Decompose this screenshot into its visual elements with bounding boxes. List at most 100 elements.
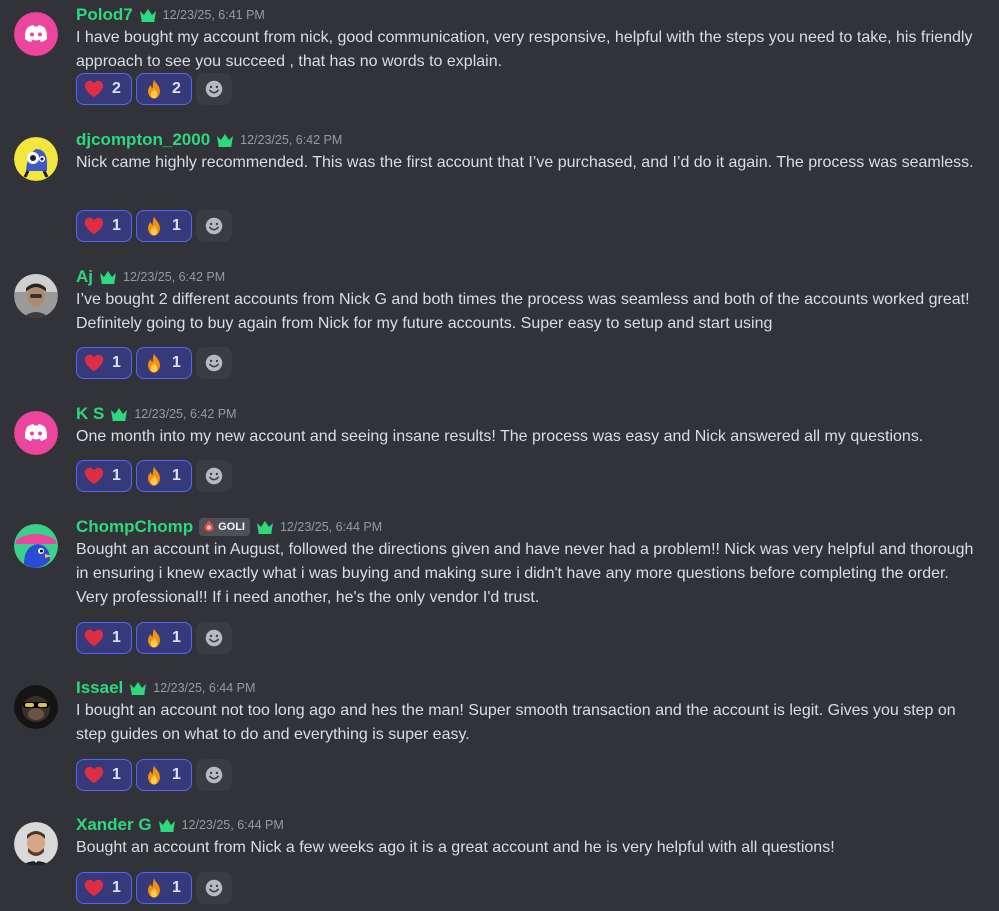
message-content: I have bought my account from nick, good…: [76, 29, 973, 70]
avatar[interactable]: [14, 685, 58, 729]
monkey-avatar-icon: [14, 685, 58, 729]
timestamp[interactable]: 12/23/25, 6:42 PM: [240, 133, 342, 147]
crown-icon: [110, 407, 128, 421]
add-reaction-button[interactable]: [196, 347, 232, 379]
avatar[interactable]: [14, 524, 58, 568]
reactions-bar: 1 1: [76, 460, 232, 492]
crown-icon: [256, 520, 274, 534]
fire-icon: [143, 352, 165, 374]
crown-icon: [129, 681, 147, 695]
reaction-count: 2: [112, 80, 121, 97]
heart-icon: [83, 764, 105, 786]
username[interactable]: Issael: [76, 678, 123, 698]
message-content: Bought an account from Nick a few weeks …: [76, 839, 835, 856]
reaction-fire[interactable]: 1: [136, 460, 192, 492]
timestamp[interactable]: 12/23/25, 6:44 PM: [153, 681, 255, 695]
reaction-count: 1: [172, 217, 181, 234]
heart-icon: [83, 627, 105, 649]
username[interactable]: djcompton_2000: [76, 130, 210, 150]
username[interactable]: Xander G: [76, 815, 152, 835]
username[interactable]: K S: [76, 404, 104, 424]
username[interactable]: ChompChomp: [76, 517, 193, 537]
message-list: Polod7 12/23/25, 6:41 PM I have bought m…: [0, 0, 999, 911]
add-reaction-button[interactable]: [196, 73, 232, 105]
heart-icon: [83, 215, 105, 237]
timestamp[interactable]: 12/23/25, 6:44 PM: [182, 818, 284, 832]
reaction-count: 1: [172, 766, 181, 783]
fire-icon: [143, 764, 165, 786]
crown-icon: [139, 8, 157, 22]
reaction-fire[interactable]: 1: [136, 210, 192, 242]
reaction-heart[interactable]: 1: [76, 872, 132, 904]
reaction-count: 1: [172, 354, 181, 371]
crown-icon: [158, 818, 176, 832]
reaction-count: 1: [172, 879, 181, 896]
reaction-heart[interactable]: 1: [76, 622, 132, 654]
reaction-fire[interactable]: 1: [136, 759, 192, 791]
reaction-heart[interactable]: 1: [76, 210, 132, 242]
reaction-fire[interactable]: 1: [136, 622, 192, 654]
message-content: I bought an account not too long ago and…: [76, 702, 956, 743]
reactions-bar: 1 1: [76, 759, 232, 791]
reaction-heart[interactable]: 1: [76, 759, 132, 791]
fire-icon: [143, 877, 165, 899]
message-content: I’ve bought 2 different accounts from Ni…: [76, 291, 970, 332]
reaction-heart[interactable]: 2: [76, 73, 132, 105]
crown-icon: [99, 270, 117, 284]
crown-icon: [216, 133, 234, 147]
reaction-count: 1: [112, 879, 121, 896]
add-reaction-button[interactable]: [196, 872, 232, 904]
timestamp[interactable]: 12/23/25, 6:41 PM: [163, 8, 265, 22]
reactions-bar: 2 2: [76, 73, 232, 105]
photo-avatar-icon: [14, 822, 58, 866]
fire-icon: [143, 215, 165, 237]
message-content: Nick came highly recommended. This was t…: [76, 154, 974, 171]
cartoon-bird-avatar-icon: [14, 524, 58, 568]
reactions-bar: 1 1: [76, 622, 232, 654]
reaction-count: 1: [112, 354, 121, 371]
add-reaction-button[interactable]: [196, 759, 232, 791]
reaction-count: 1: [172, 629, 181, 646]
heart-icon: [83, 78, 105, 100]
reactions-bar: 1 1: [76, 210, 232, 242]
add-reaction-button[interactable]: [196, 622, 232, 654]
reaction-count: 1: [172, 467, 181, 484]
reaction-count: 1: [112, 217, 121, 234]
photo-avatar-icon: [14, 274, 58, 318]
fire-icon: [143, 78, 165, 100]
add-reaction-button[interactable]: [196, 210, 232, 242]
timestamp[interactable]: 12/23/25, 6:42 PM: [134, 407, 236, 421]
avatar[interactable]: [14, 411, 58, 455]
timestamp[interactable]: 12/23/25, 6:44 PM: [280, 520, 382, 534]
add-reaction-button[interactable]: [196, 460, 232, 492]
reactions-bar: 1 1: [76, 872, 232, 904]
avatar[interactable]: [14, 137, 58, 181]
username[interactable]: Aj: [76, 267, 93, 287]
reaction-fire[interactable]: 1: [136, 347, 192, 379]
heart-icon: [83, 352, 105, 374]
discord-logo-icon: [14, 411, 58, 455]
fire-icon: [143, 465, 165, 487]
discord-logo-icon: [14, 12, 58, 56]
message-content: One month into my new account and seeing…: [76, 428, 924, 445]
reaction-count: 2: [172, 80, 181, 97]
reactions-bar: 1 1: [76, 347, 232, 379]
avatar[interactable]: [14, 822, 58, 866]
fire-icon: [143, 627, 165, 649]
reaction-count: 1: [112, 766, 121, 783]
cartoon-avatar-icon: [14, 137, 58, 181]
reaction-fire[interactable]: 2: [136, 73, 192, 105]
heart-icon: [83, 877, 105, 899]
reaction-fire[interactable]: 1: [136, 872, 192, 904]
message-content: Bought an account in August, followed th…: [76, 541, 974, 606]
heart-icon: [83, 465, 105, 487]
reaction-heart[interactable]: 1: [76, 347, 132, 379]
reaction-count: 1: [112, 629, 121, 646]
timestamp[interactable]: 12/23/25, 6:42 PM: [123, 270, 225, 284]
reaction-heart[interactable]: 1: [76, 460, 132, 492]
guild-tag-label: GOLI: [218, 521, 245, 533]
avatar[interactable]: [14, 12, 58, 56]
username[interactable]: Polod7: [76, 5, 133, 25]
avatar[interactable]: [14, 274, 58, 318]
guild-tag[interactable]: GOLI: [199, 518, 250, 536]
